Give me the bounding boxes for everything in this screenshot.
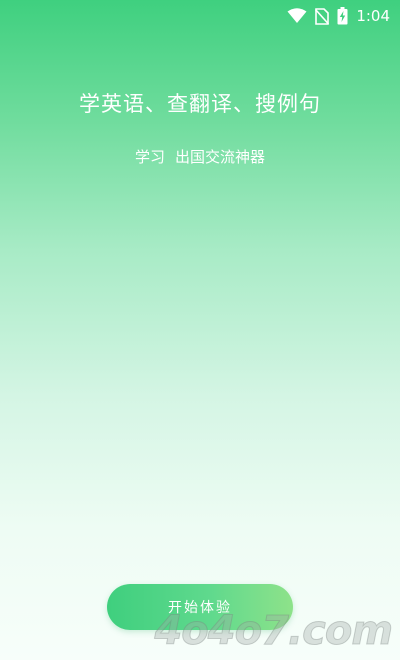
headline: 学英语、查翻译、搜例句: [79, 92, 321, 116]
status-icons: 1:04: [287, 6, 390, 26]
watermark: 4o4o7.com: [154, 606, 394, 656]
subline: 学习 出国交流神器: [0, 146, 400, 167]
battery-charging-icon: [337, 7, 348, 25]
status-bar: 1:04: [0, 0, 400, 32]
subline-learn: 学习: [134, 148, 165, 166]
no-sim-icon: [315, 7, 330, 25]
watermark-logo: 4o4o7.com: [154, 608, 394, 655]
wifi-icon: [287, 8, 307, 24]
status-time: 1:04: [356, 7, 390, 25]
subline-tagline: 出国交流神器: [175, 148, 266, 166]
